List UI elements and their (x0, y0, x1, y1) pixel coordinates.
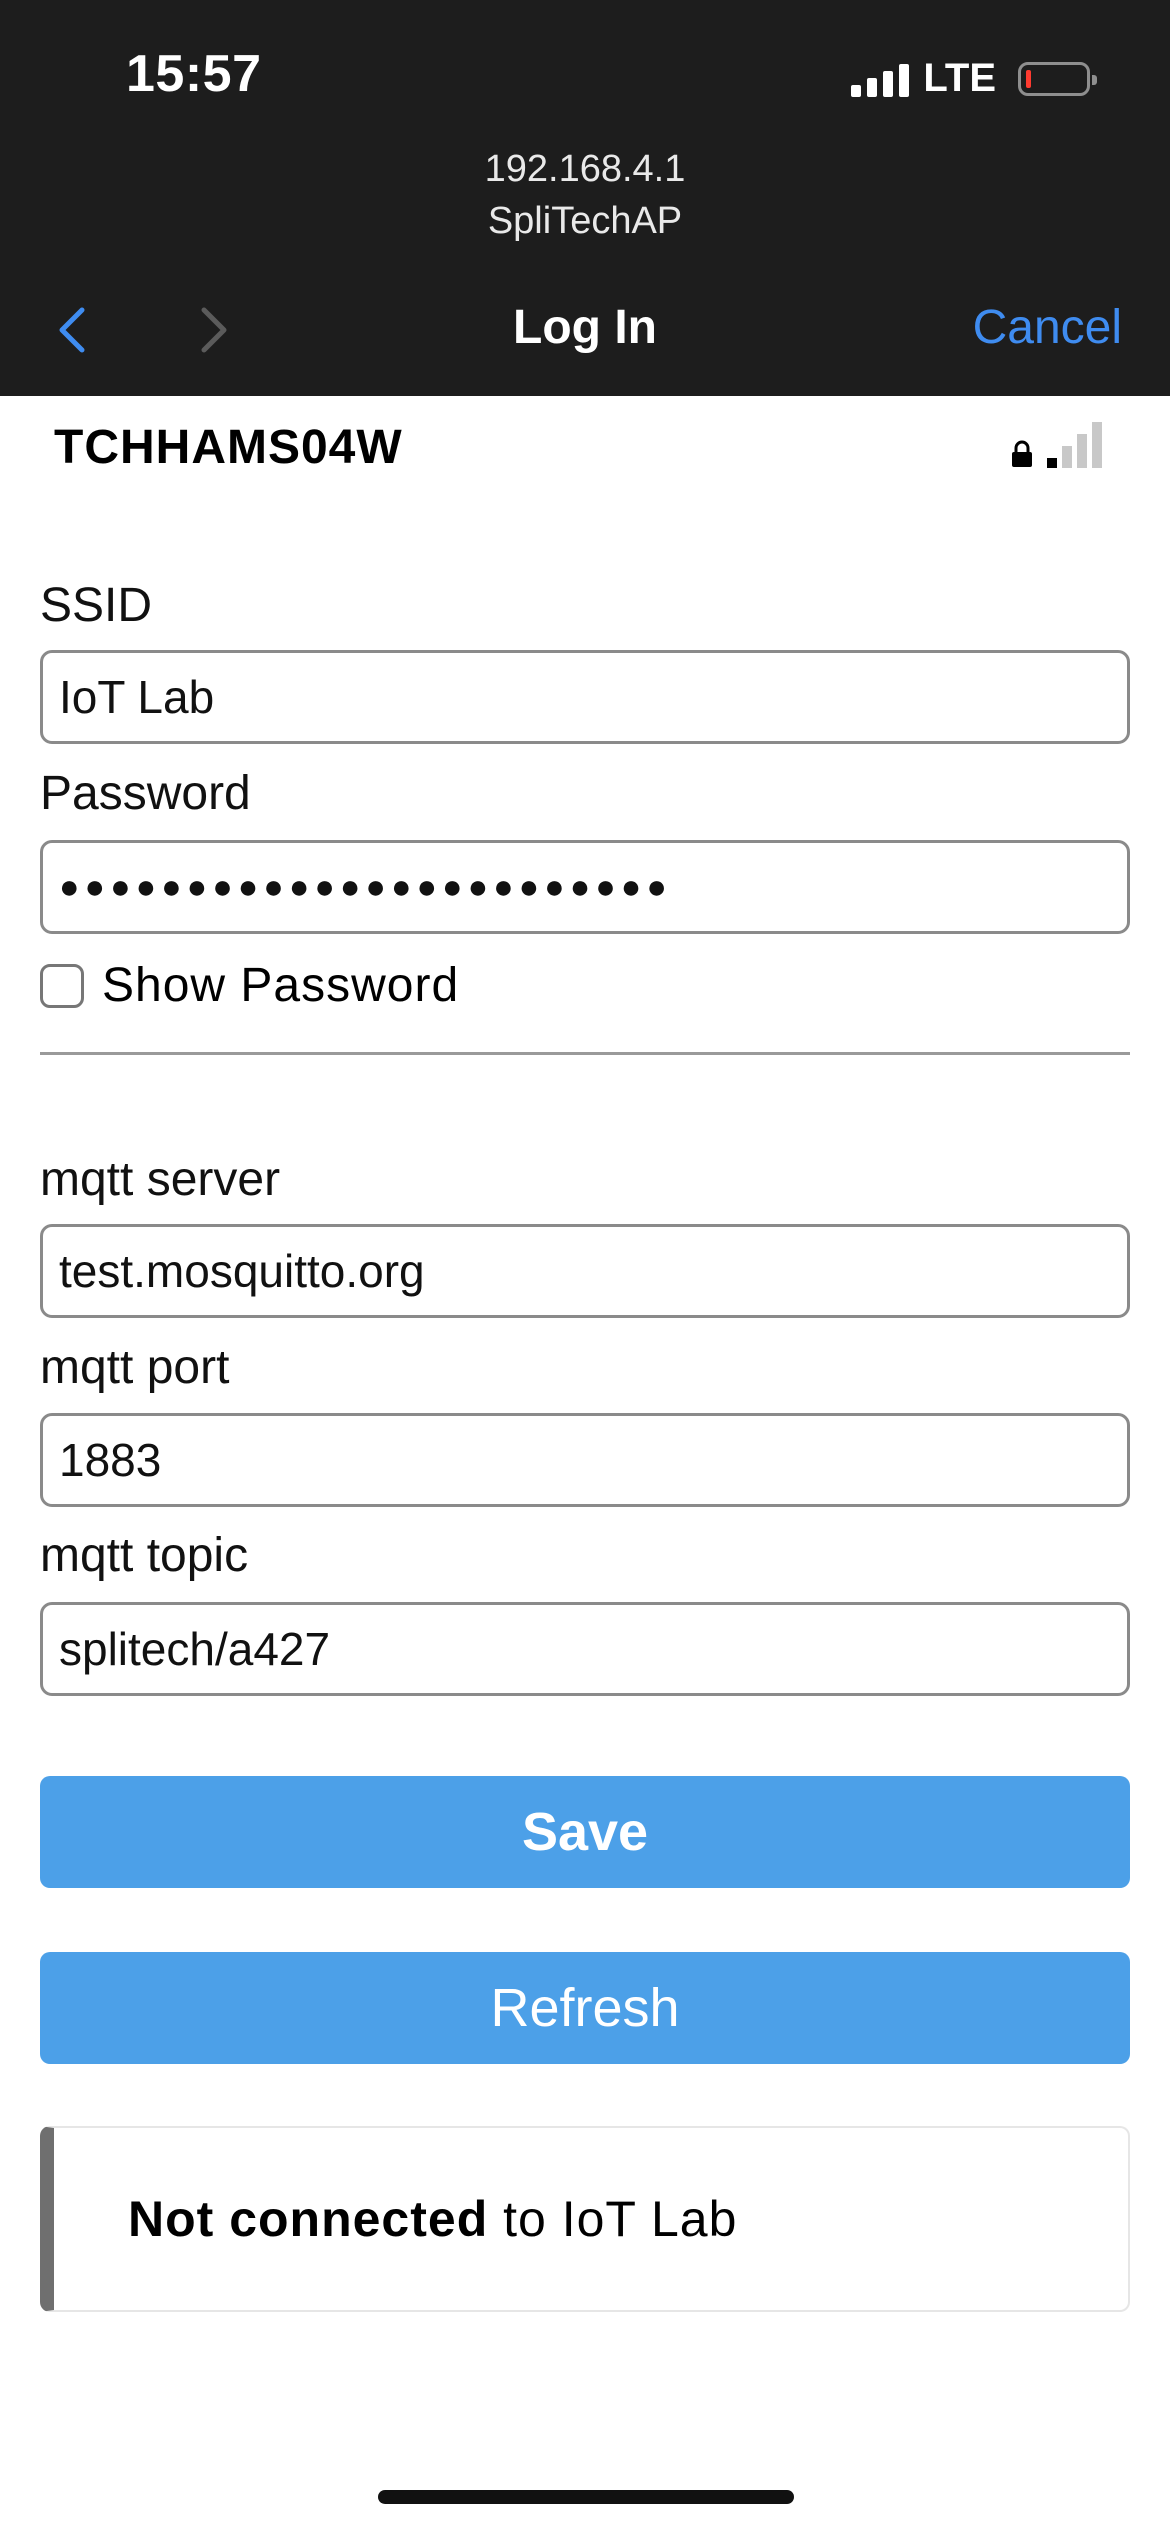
network-type: LTE (923, 56, 996, 100)
connection-status-message: Not connected to IoT Lab (40, 2126, 1130, 2312)
browser-nav: Log In Cancel (0, 290, 1170, 370)
ssid-label: SSID (40, 579, 153, 632)
password-label: Password (40, 767, 251, 820)
mqtt-server-label: mqtt server (40, 1153, 281, 1206)
ssid-input[interactable]: IoT Lab (40, 650, 1130, 744)
lock-icon (1011, 440, 1033, 468)
battery-icon (1018, 61, 1097, 96)
cancel-button[interactable]: Cancel (973, 300, 1122, 355)
page-url: 192.168.4.1 (484, 148, 686, 190)
show-password-row[interactable]: Show Password (40, 958, 459, 1013)
mqtt-topic-label: mqtt topic (40, 1529, 249, 1582)
device-name: TCHHAMS04W (54, 421, 403, 474)
mqtt-port-label: mqtt port (40, 1341, 230, 1394)
status-indicators: LTE (851, 56, 1097, 101)
connection-status-text: Not connected to IoT Lab (128, 2128, 737, 2310)
back-chevron-icon[interactable] (44, 290, 104, 370)
show-password-label[interactable]: Show Password (102, 958, 459, 1013)
refresh-button[interactable]: Refresh (40, 1952, 1130, 2064)
mqtt-port-input[interactable]: 1883 (40, 1413, 1130, 1507)
wifi-signal-icon (1047, 418, 1102, 468)
save-button[interactable]: Save (40, 1776, 1130, 1888)
cellular-signal-icon (851, 61, 910, 97)
section-divider (40, 1052, 1130, 1055)
home-indicator[interactable] (378, 2490, 794, 2504)
browser-top-bar: 15:57 LTE 192.168.4.1 SpliTechAP Log In … (0, 0, 1170, 396)
status-time: 15:57 (126, 45, 262, 103)
network-name: SpliTechAP (487, 200, 683, 242)
password-input[interactable]: ●●●●●●●●●●●●●●●●●●●●●●●● (40, 840, 1130, 934)
connection-status-rest: to IoT Lab (488, 2191, 738, 2247)
mqtt-topic-input[interactable]: splitech/a427 (40, 1602, 1130, 1696)
mqtt-server-input[interactable]: test.mosquitto.org (40, 1224, 1130, 1318)
wifi-security-indicator (1011, 418, 1102, 468)
connection-status-bold: Not connected (128, 2191, 489, 2247)
forward-chevron-icon[interactable] (184, 290, 244, 370)
show-password-checkbox[interactable] (40, 963, 84, 1008)
